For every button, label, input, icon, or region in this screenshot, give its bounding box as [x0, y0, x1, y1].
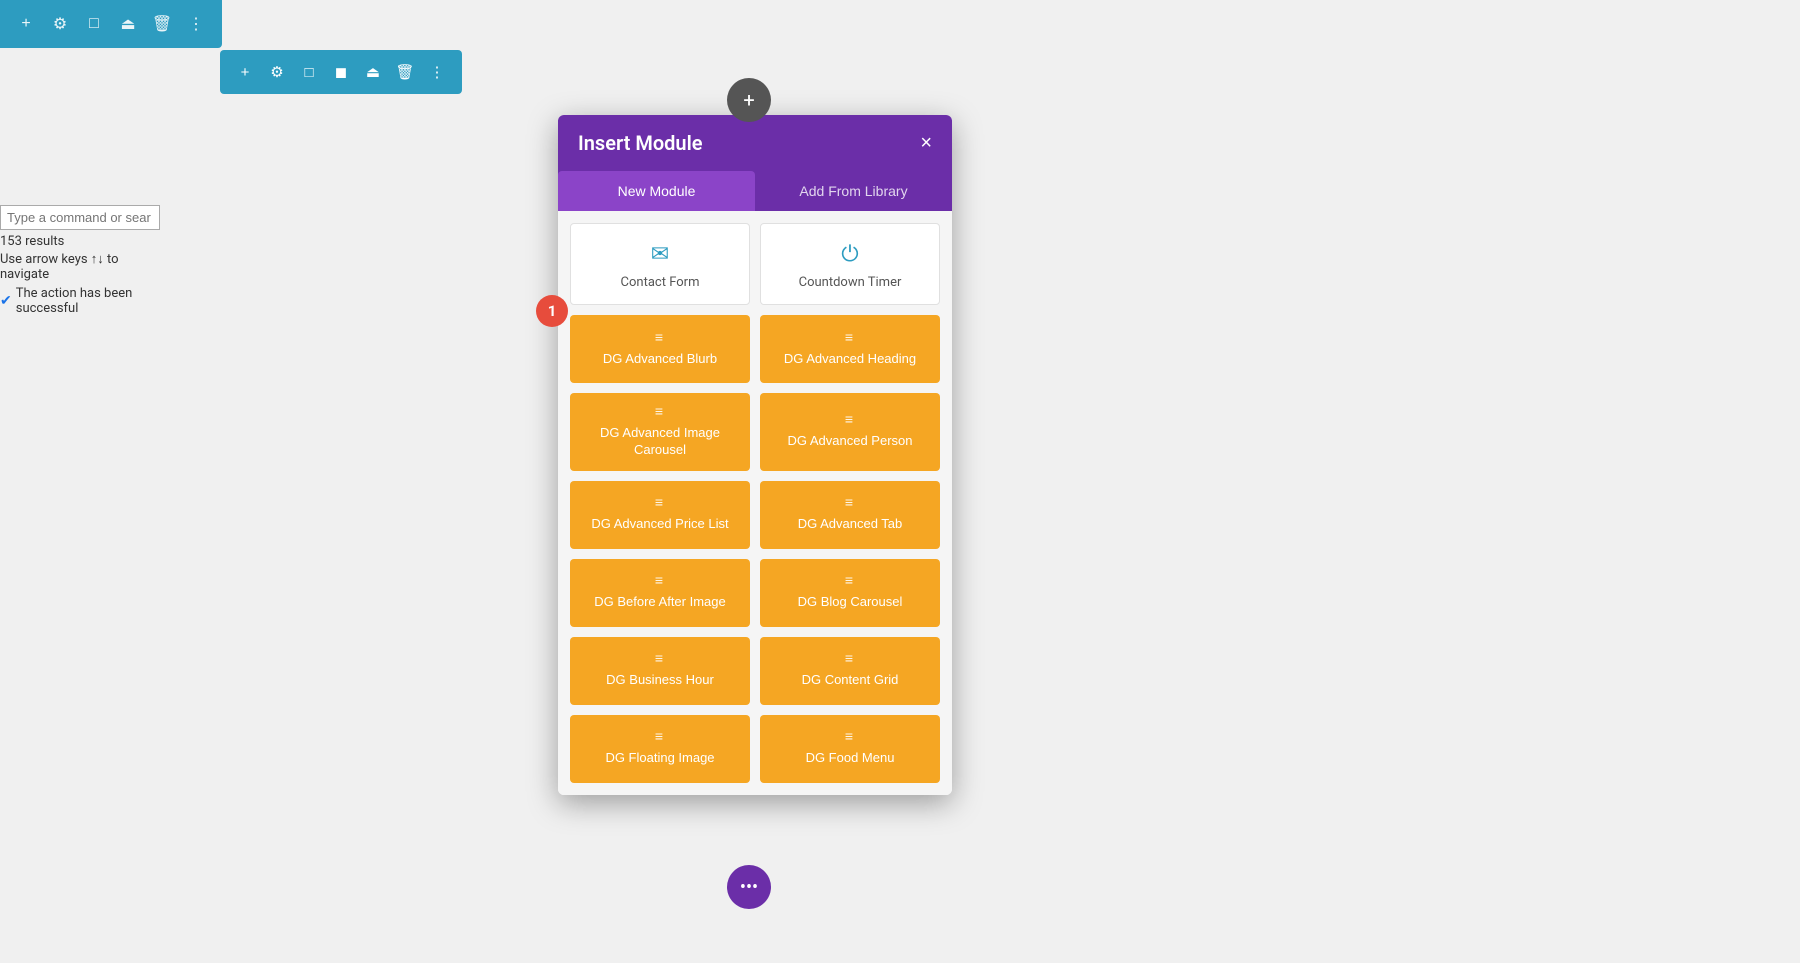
dg-before-after-image-icon: ≡: [655, 572, 665, 588]
module-dg-content-grid[interactable]: ≡ DG Content Grid: [760, 637, 940, 705]
modal-close-button[interactable]: ×: [920, 133, 932, 153]
sec-add-icon[interactable]: +: [234, 61, 256, 83]
sec-power-icon[interactable]: ⏏: [362, 61, 384, 83]
dg-advanced-tab-label: DG Advanced Tab: [798, 516, 903, 533]
dg-advanced-heading-icon: ≡: [845, 329, 855, 345]
sec-trash-icon[interactable]: 🗑: [394, 61, 416, 83]
dg-before-after-image-label: DG Before After Image: [594, 594, 726, 611]
module-dg-advanced-tab[interactable]: ≡ DG Advanced Tab: [760, 481, 940, 549]
dg-advanced-person-icon: ≡: [845, 411, 855, 427]
secondary-toolbar: + ⚙ □ ◼ ⏏ 🗑 ⋮: [220, 50, 462, 94]
dg-advanced-image-carousel-icon: ≡: [655, 403, 665, 419]
modal-tabs: New Module Add From Library: [558, 171, 952, 211]
module-dg-blog-carousel[interactable]: ≡ DG Blog Carousel: [760, 559, 940, 627]
top-layout-icon[interactable]: □: [82, 12, 106, 36]
module-dg-business-hour[interactable]: ≡ DG Business Hour: [570, 637, 750, 705]
dg-content-grid-icon: ≡: [845, 650, 855, 666]
contact-form-icon: ✉: [651, 242, 669, 267]
success-text: The action has been successful: [16, 286, 160, 316]
dg-food-menu-icon: ≡: [845, 728, 855, 744]
module-dg-advanced-blurb[interactable]: ≡ DG Advanced Blurb: [570, 315, 750, 383]
add-circle-top-button[interactable]: +: [727, 78, 771, 122]
sec-gear-icon[interactable]: ⚙: [266, 61, 288, 83]
dg-floating-image-label: DG Floating Image: [605, 750, 714, 767]
sec-layout-icon[interactable]: □: [298, 61, 320, 83]
countdown-timer-label: Countdown Timer: [799, 275, 902, 290]
top-power-icon[interactable]: ⏏: [116, 12, 140, 36]
module-dg-advanced-person[interactable]: ≡ DG Advanced Person: [760, 393, 940, 471]
top-toolbar: + ⚙ □ ⏏ 🗑 ⋮: [0, 0, 222, 48]
success-message: ✔ The action has been successful: [0, 286, 160, 316]
dg-advanced-blurb-label: DG Advanced Blurb: [603, 351, 717, 368]
module-dg-advanced-image-carousel[interactable]: ≡ DG Advanced Image Carousel: [570, 393, 750, 471]
tab-new-module[interactable]: New Module: [558, 171, 755, 211]
module-dg-advanced-price-list[interactable]: ≡ DG Advanced Price List: [570, 481, 750, 549]
module-grid-container[interactable]: ✉ Contact Form ⏻ Countdown Timer ≡ DG Ad…: [558, 211, 952, 795]
result-count: 153 results: [0, 234, 160, 249]
module-countdown-timer[interactable]: ⏻ Countdown Timer: [760, 223, 940, 305]
dg-food-menu-label: DG Food Menu: [806, 750, 895, 767]
module-dg-floating-image[interactable]: ≡ DG Floating Image: [570, 715, 750, 783]
top-more-icon[interactable]: ⋮: [184, 12, 208, 36]
top-gear-icon[interactable]: ⚙: [48, 12, 72, 36]
module-contact-form[interactable]: ✉ Contact Form: [570, 223, 750, 305]
module-grid: ✉ Contact Form ⏻ Countdown Timer ≡ DG Ad…: [570, 223, 940, 783]
dg-advanced-image-carousel-label: DG Advanced Image Carousel: [578, 425, 742, 459]
dg-advanced-price-list-label: DG Advanced Price List: [591, 516, 728, 533]
dg-advanced-blurb-icon: ≡: [655, 329, 665, 345]
dg-advanced-tab-icon: ≡: [845, 494, 855, 510]
module-dg-advanced-heading[interactable]: ≡ DG Advanced Heading: [760, 315, 940, 383]
dg-business-hour-label: DG Business Hour: [606, 672, 714, 689]
dg-advanced-price-list-icon: ≡: [655, 494, 665, 510]
dg-blog-carousel-label: DG Blog Carousel: [798, 594, 903, 611]
top-trash-icon[interactable]: 🗑: [150, 12, 174, 36]
dg-floating-image-icon: ≡: [655, 728, 665, 744]
search-panel: 153 results Use arrow keys ↑↓ to navigat…: [0, 205, 160, 316]
countdown-timer-icon: ⏻: [841, 242, 858, 267]
top-add-icon[interactable]: +: [14, 12, 38, 36]
tab-add-from-library[interactable]: Add From Library: [755, 171, 952, 211]
search-input[interactable]: [0, 205, 160, 230]
dg-business-hour-icon: ≡: [655, 650, 665, 666]
dg-advanced-person-label: DG Advanced Person: [787, 433, 912, 450]
sec-more-icon[interactable]: ⋮: [426, 61, 448, 83]
dg-content-grid-label: DG Content Grid: [802, 672, 899, 689]
insert-module-modal: Insert Module × New Module Add From Libr…: [558, 115, 952, 795]
modal-title: Insert Module: [578, 131, 703, 155]
navigate-hint: Use arrow keys ↑↓ to navigate: [0, 251, 160, 282]
contact-form-label: Contact Form: [621, 275, 700, 290]
module-dg-food-menu[interactable]: ≡ DG Food Menu: [760, 715, 940, 783]
sec-grid-icon[interactable]: ◼: [330, 61, 352, 83]
module-dg-before-after-image[interactable]: ≡ DG Before After Image: [570, 559, 750, 627]
dg-advanced-heading-label: DG Advanced Heading: [784, 351, 916, 368]
dg-blog-carousel-icon: ≡: [845, 572, 855, 588]
dots-circle-bottom-button[interactable]: •••: [727, 865, 771, 909]
success-icon: ✔: [0, 293, 12, 309]
modal-header: Insert Module ×: [558, 115, 952, 171]
